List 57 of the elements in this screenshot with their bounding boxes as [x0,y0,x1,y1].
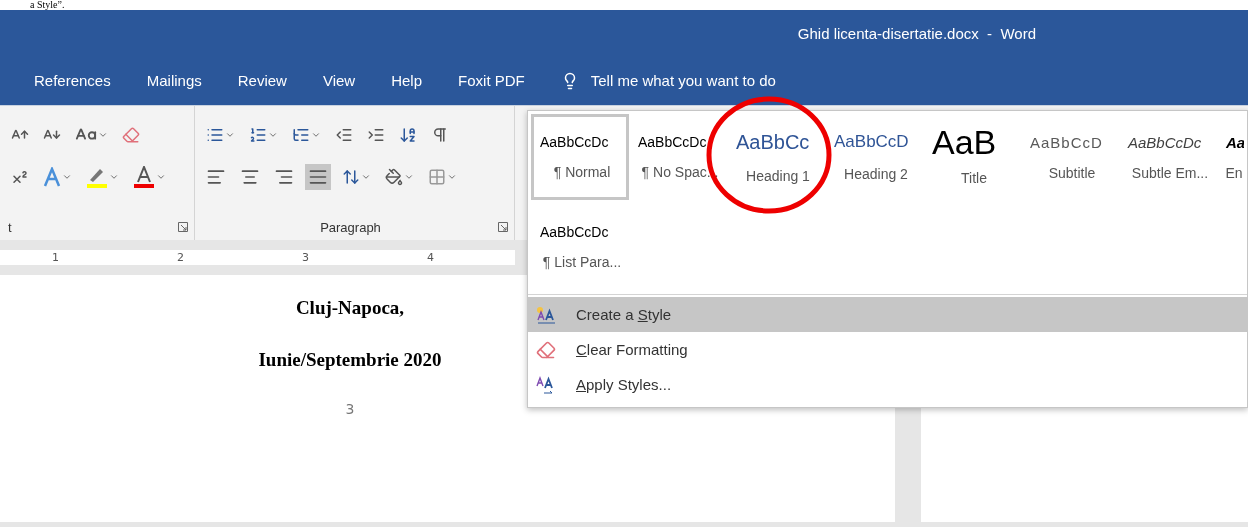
caret-icon [404,172,414,182]
ruler-number: 2 [177,251,184,264]
borders-icon [428,168,446,186]
outlined-a-icon [43,167,61,187]
caret-icon [109,172,119,182]
document-text: a Style”. [29,0,66,10]
menu-item[interactable]: Clear Formatting [528,332,1247,367]
style-icon [536,304,556,325]
numbered-list-icon [249,126,267,144]
dialog-launcher-icon[interactable] [498,222,508,232]
align-button[interactable] [305,164,331,190]
dialog-launcher-icon[interactable] [178,222,188,232]
caret-icon [225,130,235,140]
ribbon-tab[interactable]: References [34,72,111,89]
line-spacing-icon [342,168,360,186]
style-icon [536,374,556,395]
caret-icon [447,172,457,182]
caret-icon [156,172,166,182]
ribbon-tab[interactable]: Help [391,72,423,89]
ribbon-tab[interactable]: Review [237,72,287,89]
eraser-icon [536,339,556,360]
align-icon [274,167,294,187]
align-icon [206,167,226,187]
caret-icon [268,130,278,140]
group-label: Paragraph [320,219,381,235]
menu-item[interactable]: Apply Styles... [528,367,1247,402]
page-number: 3 [345,401,355,417]
paint-bucket-icon [385,168,403,186]
sort-icon [399,126,417,144]
align-icon [308,167,328,187]
document-text: Iunie/Septembrie 2020 [258,349,442,371]
superscript-icon [11,168,29,186]
increase-indent-icon [367,126,385,144]
tell-me-search[interactable]: Tell me what you want to do [590,72,776,89]
ruler-number: 3 [302,251,309,264]
ruler-number: 4 [427,251,434,264]
decrease-indent-icon [335,126,353,144]
highlighter-icon [86,166,108,188]
multilevel-list-icon [292,126,310,144]
eraser-icon [122,126,140,144]
caret-icon [361,172,371,182]
ribbon-tab[interactable]: View [322,72,356,89]
menu-item[interactable]: Create a Style [528,297,1247,332]
align-icon [240,167,260,187]
font-color-icon [133,166,155,188]
ribbon-tab[interactable]: Mailings [146,72,202,89]
window-title: Ghid licenta-disertatie.docx - Word [797,24,1036,42]
caret-icon [98,130,108,140]
style-item[interactable]: AaBbCcDc ¶ Normal [531,114,629,200]
caret-icon [311,130,321,140]
ruler-number: 1 [52,251,59,264]
caret-icon [62,172,72,182]
document-text: Cluj-Napoca, [295,297,405,319]
pilcrow-icon [431,126,449,144]
group-label: t [8,219,12,235]
bulleted-list-icon [206,126,224,144]
ribbon-tab[interactable]: Foxit PDF [458,72,525,89]
